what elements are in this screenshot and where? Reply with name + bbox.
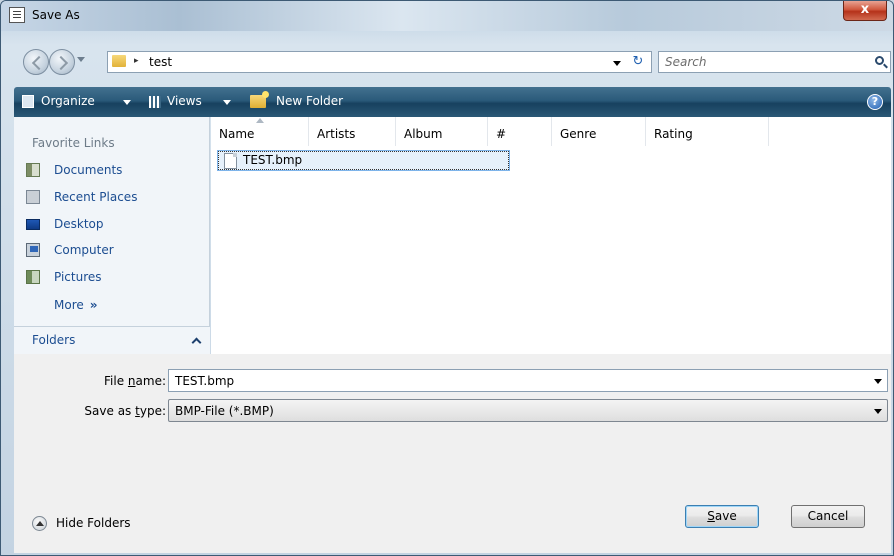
navigation-bar: ▸ test ↻ Search — [1, 43, 893, 77]
file-name-field[interactable]: TEST.bmp — [168, 369, 888, 392]
organize-icon[interactable] — [22, 95, 34, 108]
organize-chevron-down-icon[interactable] — [123, 100, 131, 105]
favorite-link-computer[interactable]: Computer — [24, 242, 204, 260]
new-folder-icon[interactable] — [250, 91, 269, 108]
views-chevron-down-icon[interactable] — [223, 100, 231, 105]
breadcrumb-arrow-icon[interactable]: ▸ — [134, 56, 139, 66]
column-header-genre[interactable]: Genre — [552, 117, 646, 146]
column-header-artists[interactable]: Artists — [309, 117, 396, 146]
column-label: Artists — [317, 127, 356, 141]
column-label: Album — [404, 127, 443, 141]
label-text: Save as — [84, 404, 136, 418]
chevron-up-circle-icon — [32, 516, 47, 531]
recent-places-icon — [26, 190, 40, 204]
column-label: Name — [219, 127, 255, 141]
label-text: File — [104, 374, 128, 388]
favorite-link-label: Computer — [54, 243, 114, 257]
close-button[interactable]: x — [843, 1, 887, 21]
cancel-button[interactable]: Cancel — [791, 505, 865, 528]
save-label: ave — [714, 509, 737, 523]
favorite-link-recent-places[interactable]: Recent Places — [24, 189, 204, 207]
favorite-link-label: Desktop — [54, 217, 104, 231]
favorite-link-documents[interactable]: Documents — [24, 162, 204, 180]
label-text: ame: — [135, 374, 166, 388]
recent-pages-chevron-icon[interactable] — [77, 57, 85, 62]
address-bar[interactable]: ▸ test ↻ — [107, 51, 652, 73]
back-button[interactable] — [23, 49, 49, 75]
column-header-album[interactable]: Album — [396, 117, 488, 146]
chevron-up-icon — [191, 337, 202, 348]
more-links[interactable]: More » — [54, 298, 98, 312]
favorite-link-label: Recent Places — [54, 190, 138, 204]
refresh-icon[interactable]: ↻ — [629, 54, 647, 70]
address-dropdown-icon[interactable] — [613, 61, 621, 66]
more-label: More — [54, 298, 84, 312]
sort-arrow-icon — [256, 118, 264, 123]
desktop-icon — [26, 219, 40, 230]
organize-button[interactable]: Organize — [41, 94, 95, 108]
save-as-type-select[interactable]: BMP-File (*.BMP) — [168, 399, 888, 422]
bitmap-file-icon — [224, 153, 237, 169]
dialog-icon — [9, 7, 25, 23]
more-arrow-icon: » — [89, 298, 98, 312]
views-icon[interactable] — [149, 96, 161, 108]
hide-folders-label: Hide Folders — [56, 516, 131, 530]
search-icon[interactable] — [875, 56, 884, 65]
favorite-link-pictures[interactable]: Pictures — [24, 269, 204, 287]
file-name-dropdown-icon[interactable] — [874, 379, 882, 384]
favorite-links-header: Favorite Links — [32, 136, 115, 150]
favorite-link-label: Documents — [54, 163, 123, 177]
search-box[interactable]: Search — [658, 51, 891, 73]
folders-toggle[interactable]: Folders — [14, 326, 210, 354]
forward-button[interactable] — [49, 49, 75, 75]
pictures-icon — [26, 270, 40, 284]
save-accelerator: S — [707, 509, 715, 523]
new-folder-button[interactable]: New Folder — [276, 94, 343, 108]
breadcrumb-test[interactable]: test — [149, 55, 172, 69]
column-header-rating[interactable]: Rating — [646, 117, 769, 146]
help-icon[interactable]: ? — [867, 94, 883, 110]
label-accelerator: n — [127, 374, 136, 388]
column-headers: Name Artists Album # Genre Rating — [211, 117, 891, 146]
file-name: TEST.bmp — [243, 153, 303, 167]
navigation-pane: Favorite Links Documents Recent Places D… — [14, 117, 210, 354]
search-input[interactable]: Search — [665, 55, 707, 69]
favorite-link-desktop[interactable]: Desktop — [24, 216, 204, 234]
save-as-type-value: BMP-File (*.BMP) — [175, 404, 274, 418]
documents-icon — [26, 163, 40, 177]
save-as-dialog: Save As x ▸ test ↻ Search Organize Views… — [0, 0, 894, 556]
save-button[interactable]: Save — [685, 505, 759, 528]
file-list: Name Artists Album # Genre Rating TEST.b… — [211, 117, 891, 354]
column-label: # — [496, 127, 507, 141]
window-title: Save As — [32, 8, 80, 22]
label-text: ype: — [139, 404, 166, 418]
column-label: Genre — [560, 127, 597, 141]
column-header-name[interactable]: Name — [211, 117, 309, 146]
favorite-link-label: Pictures — [54, 270, 102, 284]
file-item[interactable]: TEST.bmp — [217, 150, 510, 171]
save-as-type-dropdown-icon[interactable] — [874, 409, 882, 414]
command-toolbar: Organize Views New Folder ? — [14, 87, 891, 117]
folder-icon — [112, 55, 126, 67]
column-header-number[interactable]: # — [488, 117, 552, 146]
file-name-label: File name: — [104, 374, 166, 388]
folders-label: Folders — [32, 333, 76, 347]
save-as-type-label: Save as type: — [84, 404, 166, 418]
file-name-value[interactable]: TEST.bmp — [175, 374, 234, 388]
computer-icon — [26, 243, 40, 257]
title-bar: Save As x — [1, 1, 893, 31]
column-label: Rating — [654, 127, 693, 141]
save-options-panel: File name: TEST.bmp Save as type: BMP-Fi… — [14, 354, 891, 553]
views-button[interactable]: Views — [167, 94, 202, 108]
